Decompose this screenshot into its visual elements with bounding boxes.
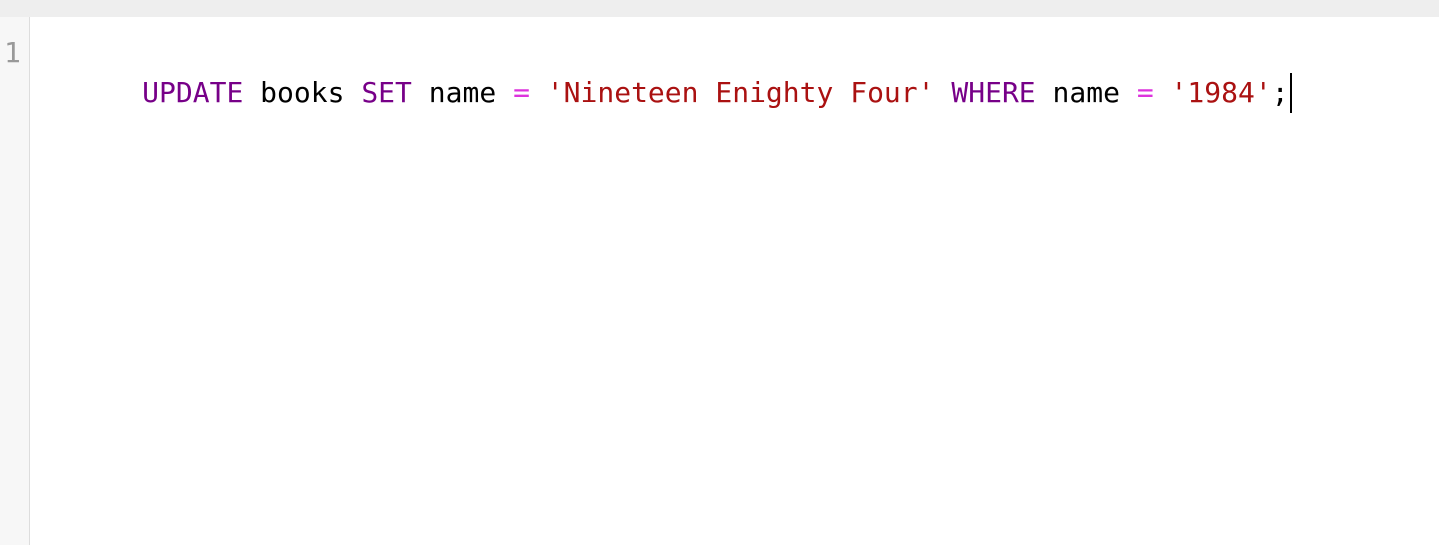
token-keyword-where: WHERE [951, 76, 1036, 109]
token-operator-equals: = [513, 76, 530, 109]
token-keyword-update: UPDATE [142, 76, 244, 109]
token-semicolon: ; [1271, 76, 1289, 109]
token-string-old-value: '1984' [1170, 76, 1272, 109]
line-number-1: 1 [4, 36, 21, 69]
token-keyword-set: SET [361, 76, 412, 109]
token-column-name: name [1052, 76, 1120, 109]
token-table-name: books [260, 76, 345, 109]
token-string-new-value: 'Nineteen Enighty Four' [546, 76, 935, 109]
line-number-gutter: 1 [0, 17, 30, 545]
code-line-1[interactable]: UPDATE books SET name = 'Nineteen Enight… [41, 33, 1292, 113]
editor-top-bar [0, 0, 1439, 17]
token-column-name: name [428, 76, 497, 109]
token-operator-equals: = [1136, 76, 1154, 109]
sql-code-editor[interactable]: 1 UPDATE books SET name = 'Nineteen Enig… [0, 17, 1439, 545]
code-area[interactable]: UPDATE books SET name = 'Nineteen Enight… [41, 33, 1439, 113]
text-cursor [1289, 73, 1292, 113]
